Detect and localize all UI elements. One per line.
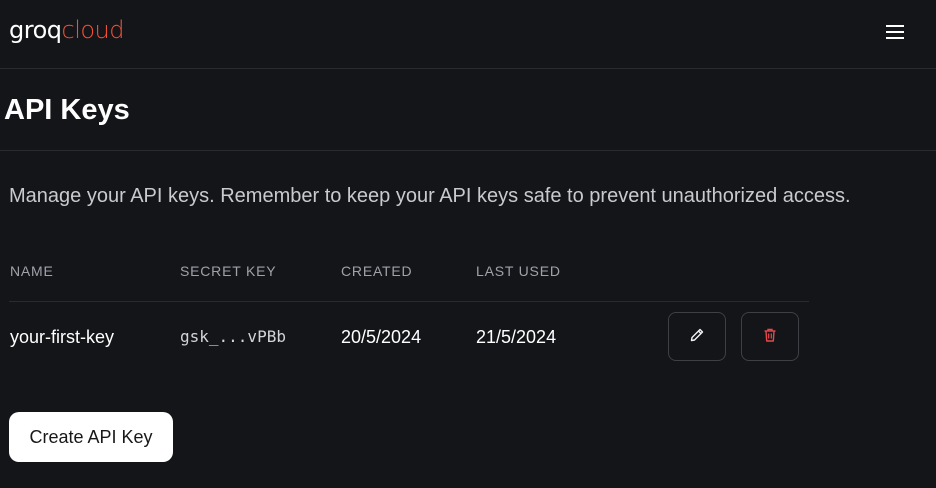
edit-key-button[interactable] [668,312,726,361]
page-description: Manage your API keys. Remember to keep y… [9,185,851,207]
column-header-name: NAME [10,263,54,279]
pencil-icon [689,327,705,347]
create-api-key-button[interactable]: Create API Key [9,412,173,462]
logo-text-groq: groq [9,16,62,44]
column-header-secret-key: SECRET KEY [180,263,277,279]
column-header-last-used: LAST USED [476,263,561,279]
page-header: API Keys [0,69,936,151]
trash-icon [762,327,778,347]
groqcloud-logo[interactable]: groqcloud [9,14,124,46]
table-divider [9,301,809,302]
column-header-created: CREATED [341,263,413,279]
logo-text-cloud: cloud [61,16,125,44]
delete-key-button[interactable] [741,312,799,361]
created-date-cell: 20/5/2024 [341,327,422,347]
key-name-cell: your-first-key [10,327,115,347]
hamburger-menu-icon[interactable] [880,20,910,44]
top-navigation-bar: groqcloud [0,0,936,69]
page-title: API Keys [4,94,130,126]
last-used-date-cell: 21/5/2024 [476,327,557,347]
secret-key-cell: gsk_...vPBb [180,327,286,346]
